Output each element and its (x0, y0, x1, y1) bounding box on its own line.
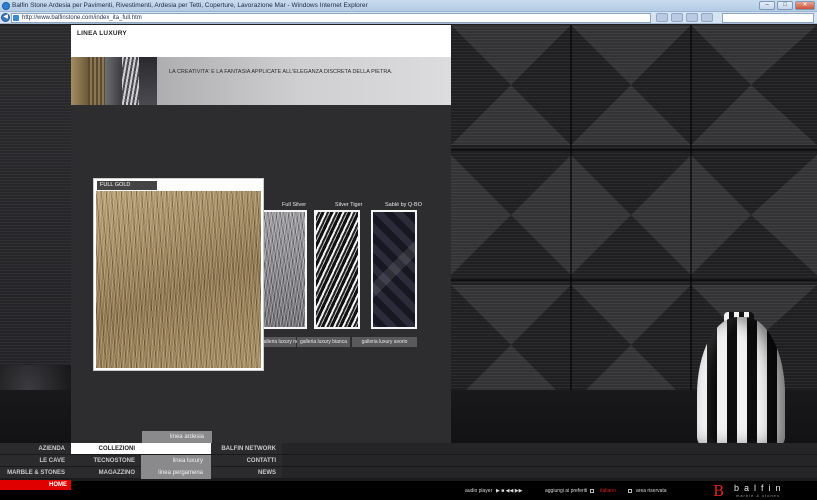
nav-empty-1 (282, 443, 817, 455)
tile-full-silver[interactable]: Full Silver (261, 202, 307, 329)
tile-image (371, 210, 417, 329)
tile-silver-tiger[interactable]: Silver Tiger (314, 202, 363, 329)
nav-collezioni[interactable]: COLLEZIONI (71, 443, 141, 455)
nav-home[interactable]: HOME (0, 480, 71, 490)
featured-tile-full-gold[interactable]: FULL GOLD (93, 178, 264, 371)
logo-subtitle: marble & stones (736, 493, 780, 498)
footer-bar: audio player ▶ ■ ◀◀ ▶▶ aggiungi ai prefe… (0, 481, 817, 500)
nav-marble-stones[interactable]: MARBLE & STONES (0, 467, 71, 479)
language-link[interactable]: italiano (600, 488, 616, 494)
page-stage: LINEA LUXURY LA CREATIVITA' E LA FANTASI… (0, 25, 817, 500)
logo-mark: B (713, 482, 725, 500)
compatibility-icon[interactable] (656, 13, 668, 22)
ie-logo-icon (2, 2, 10, 10)
gallery-button-nera[interactable]: galleria luxury nera (261, 337, 303, 347)
striped-vase (697, 317, 785, 447)
tile-sable-qbo[interactable]: Sablé by Q-BO (371, 202, 422, 329)
section-title: LINEA LUXURY (77, 30, 127, 37)
logo-text: balfin (734, 483, 786, 493)
checkbox-icon[interactable] (590, 489, 594, 493)
feature-image (96, 191, 261, 368)
nav-le-cave[interactable]: LE CAVE (0, 455, 71, 467)
search-input[interactable] (722, 13, 814, 23)
stop-icon[interactable] (686, 13, 698, 22)
nav-contatti[interactable]: CONTATTI (211, 455, 282, 467)
nav-empty-3 (282, 467, 817, 479)
banner-thumb-grey (105, 57, 122, 105)
panel-header: LINEA LUXURY (71, 25, 451, 57)
window-controls: – □ ✕ (759, 1, 815, 10)
nav-azienda[interactable]: AZIENDA (0, 443, 71, 455)
audio-player-label: audio player (465, 488, 493, 494)
audio-controls-icon[interactable]: ▶ ■ ◀◀ ▶▶ (496, 488, 522, 494)
collection-tagline: LA CREATIVITA' E LA FANTASIA APPLICATE A… (169, 69, 393, 75)
window-title: Balfin Stone Ardesia per Pavimenti, Rive… (12, 2, 368, 9)
maximize-icon[interactable]: □ (777, 1, 793, 10)
address-bar: ◀ http://www.balfinstone.com/index_ita_f… (0, 12, 817, 24)
back-arrow-icon[interactable]: ◀ (1, 13, 10, 22)
tile-label: Full Silver (282, 202, 307, 208)
url-text: http://www.balfinstone.com/index_ita_ful… (22, 15, 142, 21)
nav-collezioni-sub (141, 443, 211, 455)
submenu-linea-pergamena[interactable]: linea pergamena (141, 467, 211, 479)
nav-empty-2 (282, 455, 817, 467)
minimize-icon[interactable]: – (759, 1, 775, 10)
nav-balfin-network[interactable]: BALFIN NETWORK (211, 443, 282, 455)
submenu-linea-luxury[interactable]: linea luxury (141, 455, 211, 467)
reserved-area-link[interactable]: area riservata (636, 488, 667, 494)
favorites-link[interactable]: aggiungi ai preferiti (545, 488, 587, 494)
browser-window: Balfin Stone Ardesia per Pavimenti, Rive… (0, 0, 817, 500)
feature-title: FULL GOLD (97, 181, 157, 190)
tile-image (314, 210, 360, 329)
url-field[interactable]: http://www.balfinstone.com/index_ita_ful… (11, 13, 651, 23)
collection-banner: LA CREATIVITA' E LA FANTASIA APPLICATE A… (71, 57, 451, 105)
banner-thumb-gold (71, 57, 88, 105)
tile-image (261, 210, 307, 329)
lock-icon[interactable] (628, 489, 632, 493)
tile-label: Sablé by Q-BO (385, 202, 422, 208)
banner-thumb-silver (122, 57, 139, 105)
banner-thumb-brown (88, 57, 105, 105)
page-icon (13, 15, 19, 21)
gallery-button-bianca[interactable]: galleria luxury bianca (297, 337, 350, 347)
nav-magazzino[interactable]: MAGAZZINO (71, 467, 141, 479)
banner-thumb-dark (139, 57, 157, 105)
close-icon[interactable]: ✕ (795, 1, 815, 10)
refresh-icon[interactable] (671, 13, 683, 22)
submenu-linea-ardesia[interactable]: linea ardesia (142, 431, 212, 443)
nav-news[interactable]: NEWS (211, 467, 282, 479)
search-provider-icon[interactable] (701, 13, 713, 22)
title-bar: Balfin Stone Ardesia per Pavimenti, Rive… (0, 0, 817, 12)
gallery-button-avorio[interactable]: galleria luxury avorio (352, 337, 417, 347)
nav-tecnostone[interactable]: TECNOSTONE (71, 455, 141, 467)
tile-label: Silver Tiger (335, 202, 363, 208)
address-tools (656, 13, 713, 22)
